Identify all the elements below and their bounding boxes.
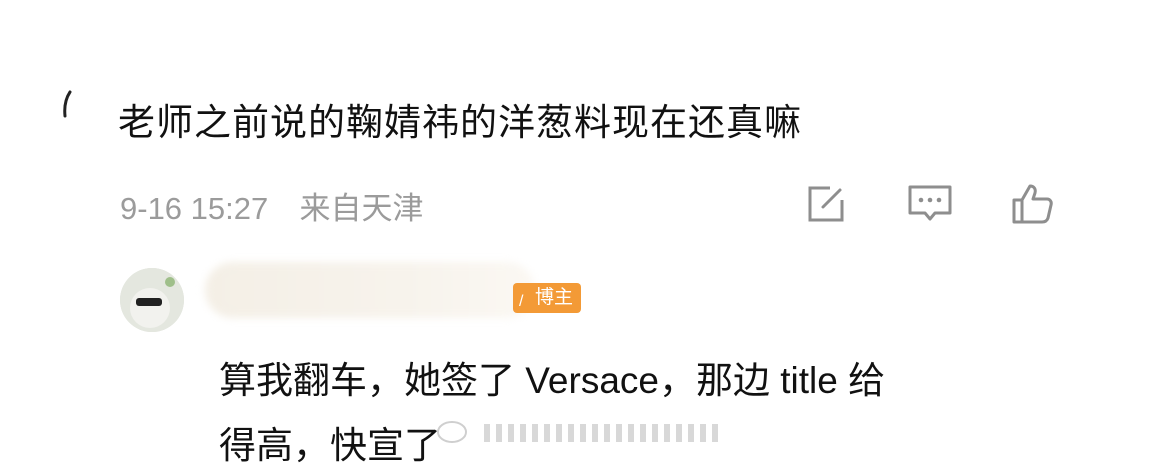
reply-text-line1: 算我翻车，她签了 Versace，那边 title 给 (219, 360, 886, 401)
like-button[interactable] (1008, 180, 1056, 228)
edit-square-icon (808, 186, 844, 222)
badge-label: 博主 (535, 287, 574, 308)
blogger-badge: / 博主 (513, 283, 582, 313)
avatar-image (120, 268, 184, 332)
thumbs-up-icon (1012, 184, 1053, 224)
avatar[interactable] (120, 268, 184, 332)
comment-bubble-icon (908, 185, 952, 221)
comment-text: 老师之前说的鞠婧祎的洋葱料现在还真嘛 (118, 102, 802, 143)
repost-button[interactable] (802, 180, 850, 228)
comment-time: 9-16 15:27 (120, 191, 269, 226)
reply-text-line2: 得高，快宣了 (219, 425, 441, 466)
comment-meta: 9-16 15:27 来自天津 (120, 183, 423, 228)
weibo-comment-page: { "comment": { "text": "老师之前说的鞠婧祎的洋葱料现在还… (0, 0, 1170, 466)
partial-glyph-mark (63, 90, 72, 118)
username-redacted (205, 262, 535, 318)
weibo-watermark (437, 421, 718, 443)
comment-location: 来自天津 (299, 191, 424, 226)
reply-button[interactable] (906, 180, 954, 228)
badge-mark: / (519, 293, 524, 310)
